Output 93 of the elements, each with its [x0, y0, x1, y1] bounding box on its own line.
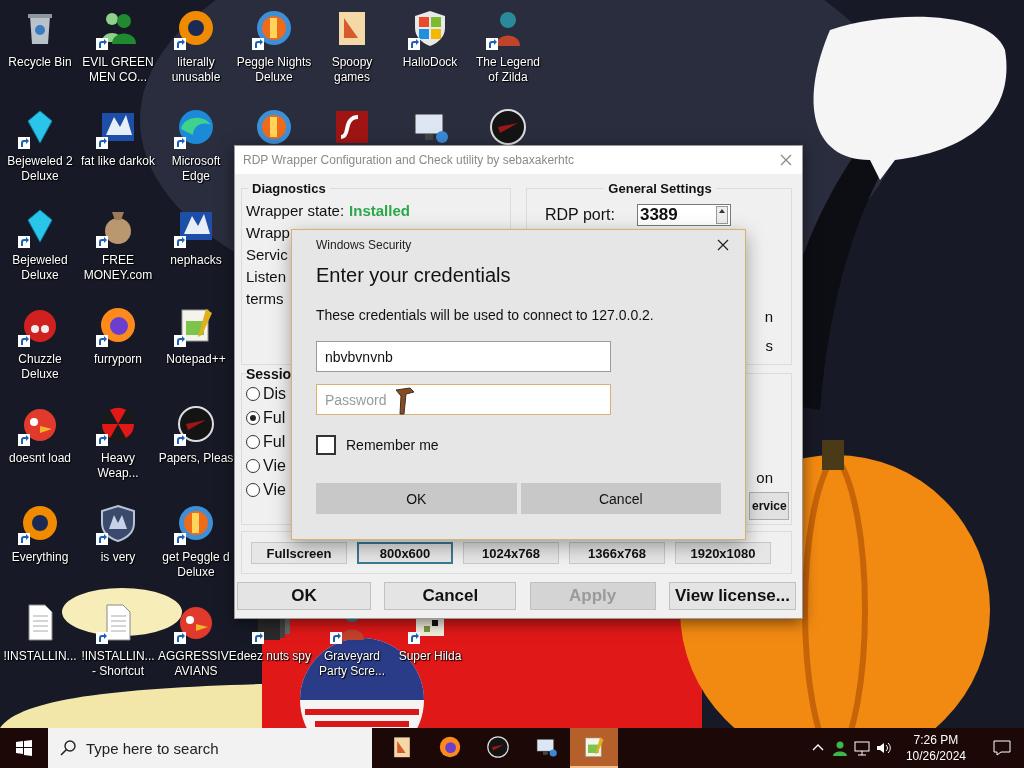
- orb-icon[interactable]: [176, 503, 216, 543]
- search-placeholder: Type here to search: [86, 739, 219, 757]
- username-field[interactable]: nbvbvnvnb: [316, 341, 611, 372]
- dialog-button[interactable]: OK: [237, 581, 371, 610]
- radio-button[interactable]: [246, 387, 260, 401]
- hazard-icon[interactable]: [98, 404, 138, 444]
- ring-icon[interactable]: [176, 8, 216, 48]
- globe-icon[interactable]: [98, 305, 138, 345]
- swirl-icon[interactable]: [176, 107, 216, 147]
- radio-label[interactable]: Ful: [263, 433, 286, 451]
- icon-label[interactable]: Bejeweled Deluxe: [2, 253, 78, 283]
- start-icon: [16, 740, 32, 756]
- search-icon: [60, 740, 76, 756]
- setting-label: n: [764, 307, 773, 327]
- person-icon[interactable]: [831, 740, 848, 756]
- icon-label[interactable]: is very: [80, 550, 156, 565]
- resolution-button[interactable]: Fullscreen: [251, 542, 347, 564]
- notification-icon: [993, 740, 1011, 756]
- status-label: terms: [246, 289, 284, 309]
- close-icon[interactable]: [717, 239, 729, 251]
- dialog-button[interactable]: OK: [316, 483, 517, 514]
- status-label: Wrapp: [246, 223, 290, 243]
- icon-label[interactable]: !INSTALLIN...: [2, 649, 78, 664]
- ring-icon[interactable]: [20, 503, 60, 543]
- setting-label: on: [756, 468, 773, 488]
- window-title: RDP Wrapper Configuration and Check utility by sebaxakerhtc: [243, 153, 575, 167]
- port-field[interactable]: 3389: [636, 204, 731, 226]
- icon-label[interactable]: literally unusable: [158, 55, 234, 85]
- shield-icon[interactable]: [98, 503, 138, 543]
- icon-label[interactable]: Notepad++: [158, 352, 234, 367]
- radio-label[interactable]: Ful: [263, 409, 286, 427]
- dialog-button[interactable]: View license...: [669, 581, 796, 610]
- icon-label[interactable]: nephacks: [158, 253, 234, 268]
- icon-label[interactable]: fat like darkok: [80, 154, 156, 169]
- dialog-heading: Enter your credentials: [316, 264, 512, 287]
- group-heading: General Settings: [604, 181, 716, 196]
- disc-icon[interactable]: [486, 735, 510, 759]
- status-label: Listen: [246, 267, 287, 287]
- icon-label[interactable]: doesnt load: [2, 451, 78, 466]
- icon-label[interactable]: !INSTALLIN... - Shortcut: [80, 649, 156, 679]
- icon-label[interactable]: Bejeweled 2 Deluxe: [2, 154, 78, 184]
- radio-label[interactable]: Vie: [263, 481, 286, 499]
- date-text: 10/26/2024: [905, 748, 966, 764]
- icon-label[interactable]: Chuzzle Deluxe: [2, 352, 78, 382]
- icon-label[interactable]: furryporn: [80, 352, 156, 367]
- radio-button[interactable]: [246, 435, 260, 449]
- icon-label[interactable]: Recycle Bin: [2, 55, 78, 70]
- setting-label: s: [765, 336, 773, 356]
- status-value: Installed: [349, 201, 410, 221]
- checkbox[interactable]: [316, 435, 336, 455]
- dialog-button[interactable]: Cancel: [520, 483, 721, 514]
- icon-label[interactable]: Everything: [2, 550, 78, 565]
- dialog-button[interactable]: Cancel: [384, 581, 517, 610]
- icon-label[interactable]: HalloDock: [392, 55, 468, 70]
- orb-icon[interactable]: [254, 8, 294, 48]
- radio-button[interactable]: [246, 411, 260, 425]
- clock[interactable]: 7:26 PM 10/26/2024: [897, 732, 974, 764]
- resolution-button[interactable]: 1920x1080: [675, 542, 771, 564]
- disc-icon[interactable]: [176, 404, 216, 444]
- icon-label[interactable]: Microsoft Edge: [158, 154, 234, 184]
- radio-button[interactable]: [246, 459, 260, 473]
- icon-label[interactable]: FREE MONEY.com: [80, 253, 156, 283]
- dialog-message: These credentials will be used to connect to 127.0.0.2.: [316, 307, 655, 323]
- radio-label[interactable]: Dis: [263, 385, 287, 403]
- network-icon[interactable]: [853, 740, 870, 756]
- dialog-title: Windows Security: [316, 238, 412, 252]
- icon-label[interactable]: get Peggle d Deluxe: [158, 550, 234, 580]
- globe-icon[interactable]: [438, 735, 462, 759]
- icon-label[interactable]: Peggle Nights Deluxe: [236, 55, 312, 85]
- search-field[interactable]: Type here to search: [48, 728, 372, 768]
- icon-label[interactable]: Papers, Pleas: [158, 451, 234, 466]
- status-label: Wrapper state:: [246, 201, 345, 221]
- resolution-button[interactable]: 1366x768: [569, 542, 665, 564]
- radio-label[interactable]: Vie: [263, 457, 286, 475]
- time-text: 7:26 PM: [913, 732, 959, 748]
- icon-label[interactable]: Spoopy games: [314, 55, 390, 85]
- port-label: RDP port:: [545, 206, 615, 224]
- group-heading: Diagnostics: [248, 181, 330, 196]
- checkbox-label[interactable]: Remember me: [346, 437, 439, 453]
- icon-label[interactable]: The Legend of Zilda: [470, 55, 546, 85]
- disc-icon[interactable]: [488, 107, 528, 147]
- icon-label[interactable]: Heavy Weap...: [80, 451, 156, 481]
- resolution-button[interactable]: 800x600: [357, 542, 453, 564]
- resolution-button[interactable]: 1024x768: [463, 542, 559, 564]
- radio-button[interactable]: [246, 483, 260, 497]
- spinner-icon[interactable]: [715, 206, 728, 224]
- volume-icon[interactable]: [875, 740, 892, 756]
- group-heading: Sessio: [246, 366, 292, 382]
- password-field[interactable]: Password: [316, 384, 611, 415]
- status-label: Servic: [246, 245, 288, 265]
- service-button[interactable]: ervice: [749, 492, 789, 520]
- icon-label[interactable]: EVIL GREEN MEN CO...: [80, 55, 156, 85]
- orb-icon[interactable]: [254, 107, 294, 147]
